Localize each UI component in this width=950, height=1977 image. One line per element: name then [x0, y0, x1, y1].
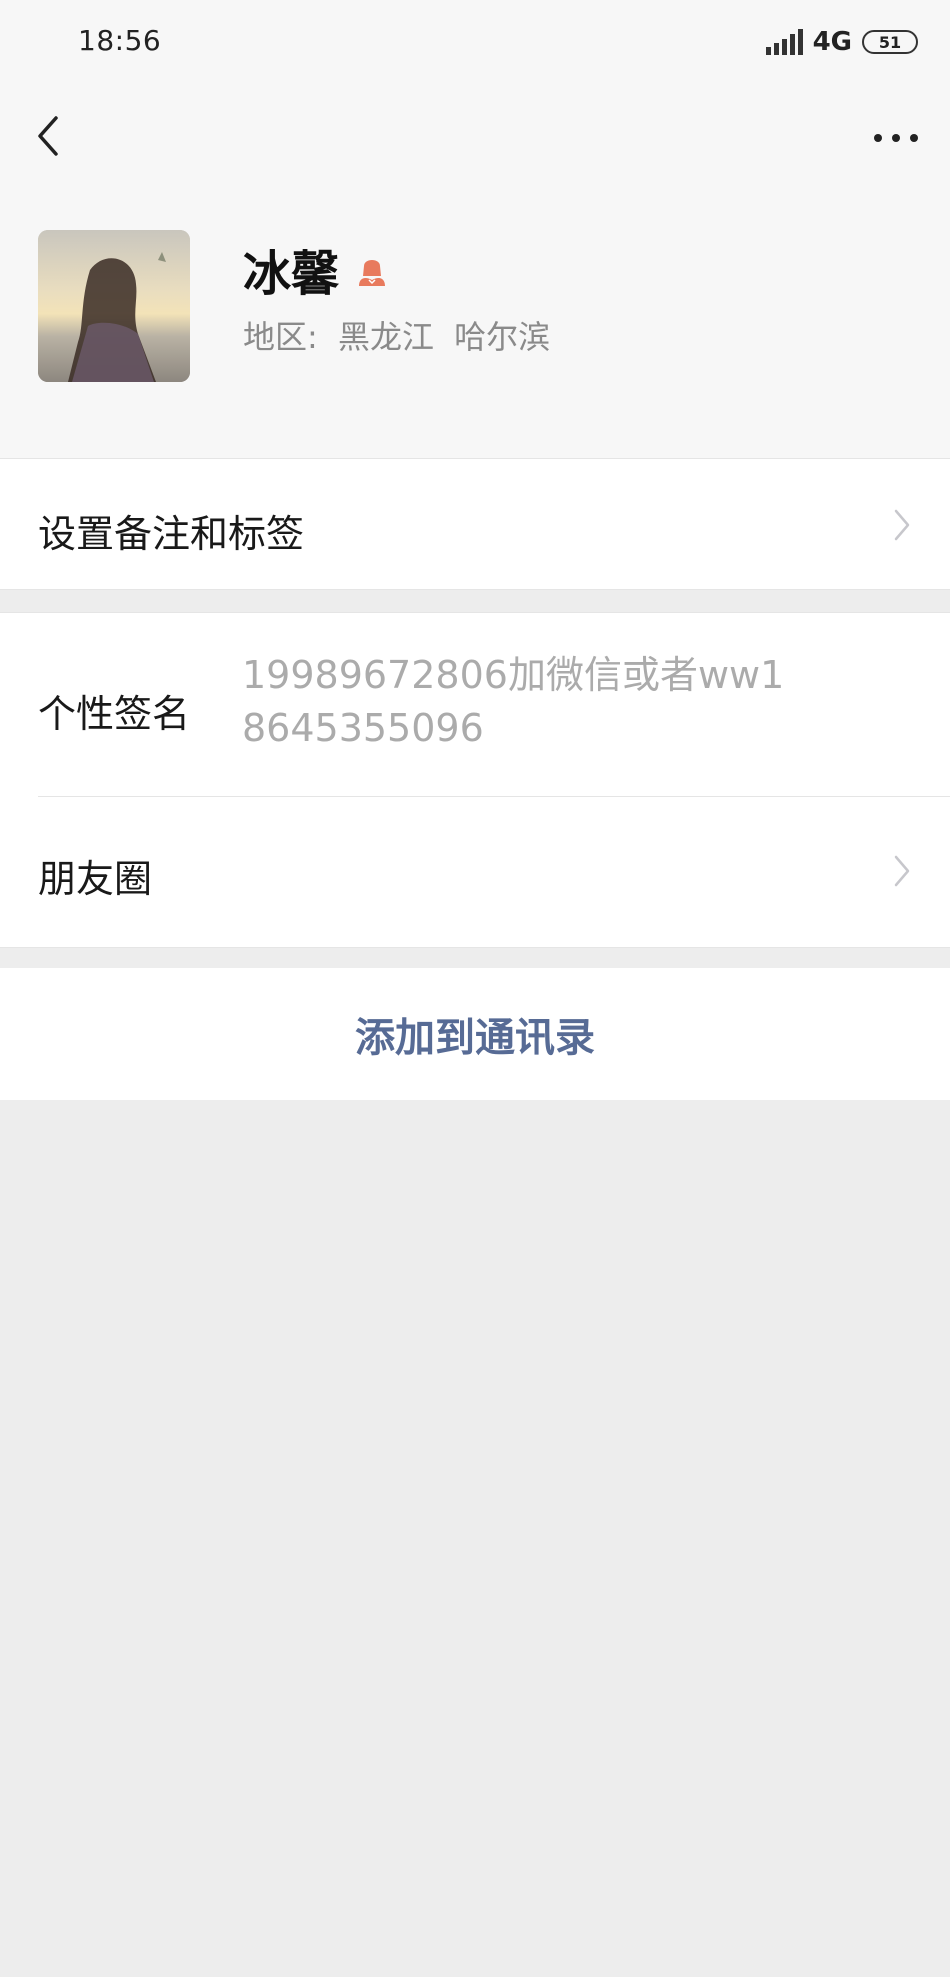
nickname-row: 冰馨 [243, 234, 391, 304]
moments-label: 朋友圈 [38, 857, 153, 901]
info-group: 个性签名 19989672806加微信或者ww18645355096 朋友圈 [0, 612, 950, 948]
add-to-contacts-button[interactable]: 添加到通讯录 [0, 968, 950, 1100]
status-bar: 18:56 4G 51 [0, 0, 950, 84]
signature-label: 个性签名 [38, 692, 191, 736]
signature-value: 19989672806加微信或者ww18645355096 [242, 653, 785, 750]
profile-header: 冰馨 地区: 黑龙江 哈尔滨 [0, 188, 950, 458]
status-indicators: 4G 51 [765, 26, 918, 58]
ellipsis-icon[interactable] [868, 118, 924, 158]
female-icon [353, 250, 391, 288]
action-group: 添加到通讯录 [0, 968, 950, 1100]
set-remark-label: 设置备注和标签 [38, 512, 305, 556]
contact-profile-screen: 18:56 4G 51 冰馨 地区: 黑龙江 哈尔滨 设置备注和标签 个性签名 … [0, 0, 950, 1977]
nickname: 冰馨 [243, 246, 340, 302]
set-remark-cell[interactable]: 设置备注和标签 [0, 459, 950, 591]
navigation-bar [0, 84, 950, 188]
avatar[interactable] [38, 230, 190, 382]
region-city: 哈尔滨 [454, 318, 551, 356]
network-type: 4G [812, 27, 852, 57]
signature-cell: 个性签名 19989672806加微信或者ww18645355096 [0, 613, 950, 796]
chevron-right-icon [892, 508, 912, 542]
region-province: 黑龙江 [337, 318, 434, 356]
moments-cell[interactable]: 朋友圈 [0, 796, 950, 949]
status-time: 18:56 [78, 24, 162, 57]
chevron-left-icon[interactable] [30, 112, 70, 160]
remark-group: 设置备注和标签 [0, 458, 950, 590]
battery-icon: 51 [862, 30, 918, 54]
signal-icon [765, 29, 803, 55]
region-label: 地区: [243, 318, 318, 356]
region-info: 地区: 黑龙江 哈尔滨 [243, 312, 560, 358]
battery-level: 51 [878, 32, 902, 52]
chevron-right-icon [892, 854, 912, 888]
